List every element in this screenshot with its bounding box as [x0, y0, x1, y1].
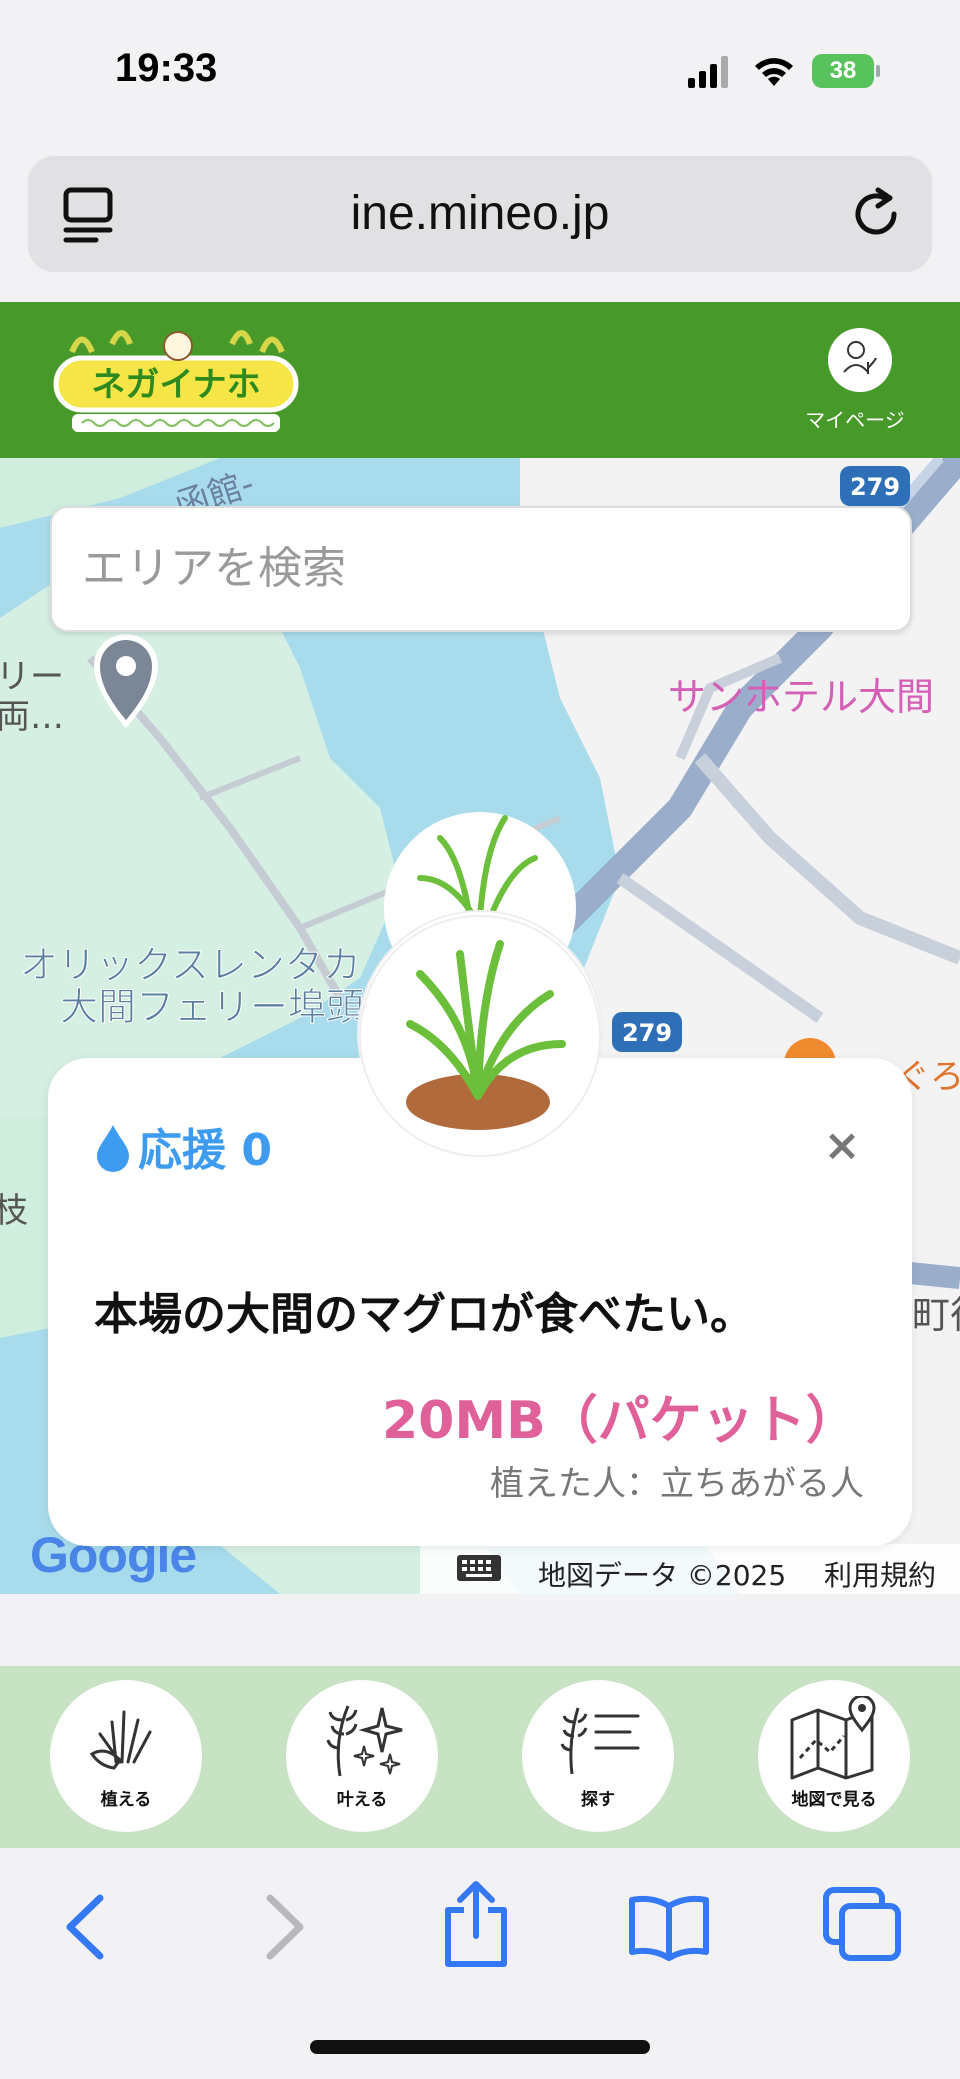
svg-text:ネガイナホ: ネガイナホ — [91, 365, 260, 405]
reward-amount: 20MB（パケット） — [382, 1391, 858, 1451]
keyboard-icon[interactable] — [456, 1554, 502, 1582]
reload-icon[interactable] — [848, 186, 904, 242]
map-data-attribution: 地図データ ©2025 — [538, 1559, 787, 1592]
sparkle-icon — [326, 1705, 403, 1777]
route-279-top-label: 279 — [850, 473, 900, 501]
ferry-label-line1: リー — [0, 657, 64, 697]
wifi-icon — [755, 58, 793, 86]
hotel-label: サンホテル大間 — [668, 675, 934, 719]
planter-name: 植えた人：立ちあがる人 — [490, 1464, 864, 1504]
nav-map-label: 地図で見る — [791, 1790, 877, 1810]
url-text[interactable]: ine.mineo.jp — [28, 156, 932, 272]
bottom-nav: 植える 叶える 探す 地図で見る — [0, 1666, 960, 1848]
mypage-button[interactable]: マイページ — [790, 328, 920, 438]
area-search-box[interactable] — [50, 506, 912, 632]
address-bar[interactable]: ine.mineo.jp — [28, 156, 932, 272]
area-search-input[interactable] — [80, 508, 884, 628]
map-attribution-bar: 地図データ ©2025 利用規約 — [420, 1544, 960, 1594]
plant-icon — [89, 1710, 152, 1770]
close-icon[interactable]: × — [820, 1124, 864, 1168]
share-icon[interactable] — [440, 1880, 512, 1970]
support-label: 応援 0 — [138, 1125, 272, 1176]
tabs-icon[interactable] — [822, 1886, 904, 1964]
right-edge-label: 町役 — [912, 1293, 960, 1337]
orix-label-line2: 大間フェリー埠頭 — [60, 985, 364, 1029]
ferry-label-line2: 両… — [0, 697, 64, 737]
back-icon[interactable] — [60, 1892, 108, 1962]
battery-indicator: 38 — [812, 54, 880, 88]
negaiinaho-logo[interactable]: ネガイナホ — [52, 322, 300, 440]
pier-land — [0, 558, 400, 1118]
route-shield-279-top: 279 — [840, 466, 910, 506]
user-sprout-icon — [843, 341, 877, 374]
home-indicator[interactable] — [310, 2040, 650, 2054]
nav-fulfill-button[interactable]: 叶える — [286, 1680, 438, 1832]
list-icon — [560, 1707, 640, 1775]
nav-search-button[interactable]: 探す — [522, 1680, 674, 1832]
orix-label-line1: オリックスレンタカ — [20, 943, 361, 987]
forward-icon[interactable] — [262, 1892, 310, 1962]
route-279-bottom-label: 279 — [622, 1019, 672, 1047]
signal-icon — [688, 56, 728, 88]
battery-level: 38 — [829, 57, 857, 84]
left-edge-label: 枝 — [0, 1191, 28, 1231]
water-drop-icon — [97, 1125, 129, 1172]
nav-plant-button[interactable]: 植える — [50, 1680, 202, 1832]
bookmarks-icon[interactable] — [626, 1892, 712, 1962]
status-time: 19:33 — [115, 46, 218, 90]
nav-plant-label: 植える — [100, 1790, 152, 1810]
terms-link[interactable]: 利用規約 — [824, 1554, 936, 1594]
map-icon — [790, 1696, 876, 1780]
nav-search-label: 探す — [581, 1790, 615, 1810]
mypage-label: マイページ — [805, 408, 905, 432]
support-count[interactable]: 応援 0 — [94, 1114, 272, 1178]
route-shield-279-bottom: 279 — [612, 1012, 682, 1052]
mypage-avatar — [828, 328, 892, 392]
nav-fulfill-label: 叶える — [336, 1790, 388, 1810]
nav-map-button[interactable]: 地図で見る — [758, 1680, 910, 1832]
wish-text: 本場の大間のマグロが食べたい。 — [94, 1289, 754, 1340]
selected-rice-marker[interactable] — [358, 914, 602, 1158]
